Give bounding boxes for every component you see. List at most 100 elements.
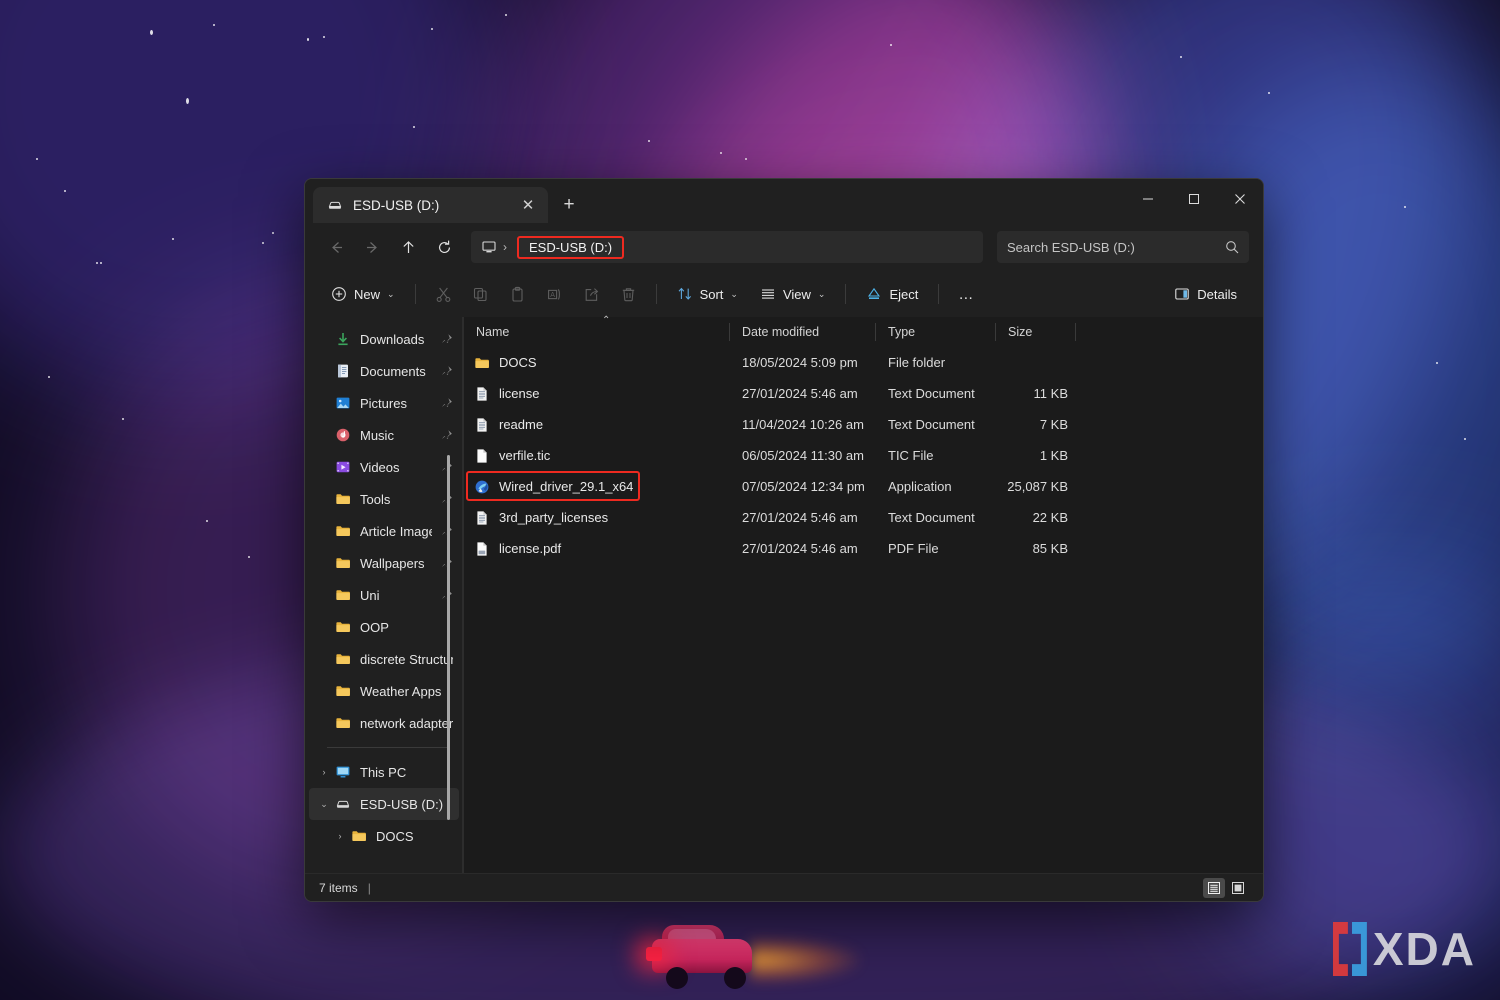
minimize-button[interactable]: [1125, 179, 1171, 219]
cut-button[interactable]: [426, 278, 461, 310]
sidebar-item-wallpapers[interactable]: Wallpapers: [309, 547, 459, 579]
file-name-label: license.pdf: [499, 541, 562, 556]
view-button[interactable]: View ⌄: [750, 278, 836, 310]
file-name-cell[interactable]: 3rd_party_licenses: [464, 510, 730, 526]
file-name-label: 3rd_party_licenses: [499, 510, 609, 525]
address-bar-row: › ESD-USB (D:) Search ESD-USB (D:): [305, 223, 1263, 271]
table-row[interactable]: 3rd_party_licenses 27/01/2024 5:46 am Text…: [464, 502, 1263, 533]
eject-button[interactable]: Eject: [856, 278, 928, 310]
pictures-icon: [336, 397, 350, 409]
file-type-cell: TIC File: [888, 448, 934, 463]
rename-icon: A: [547, 288, 560, 300]
details-pane-button[interactable]: Details: [1164, 278, 1247, 310]
table-row[interactable]: license 27/01/2024 5:46 am Text Document 11…: [464, 378, 1263, 409]
folder-icon: [336, 622, 350, 632]
file-size-cell: 85 KB: [1032, 541, 1068, 556]
pin-icon[interactable]: [441, 365, 453, 377]
file-name-cell[interactable]: DOCS: [464, 355, 730, 371]
file-name-cell[interactable]: readme: [464, 417, 730, 433]
file-name-cell[interactable]: verfile.tic: [464, 448, 730, 464]
paste-button[interactable]: [500, 278, 535, 310]
this-pc-icon[interactable]: [481, 239, 497, 255]
column-header-name[interactable]: Name ⌃: [464, 315, 730, 347]
file-list: DOCS 18/05/2024 5:09 pm File folder license…: [464, 347, 1263, 564]
table-row[interactable]: license.pdf 27/01/2024 5:46 am PDF File 85 …: [464, 533, 1263, 564]
maximize-button[interactable]: [1171, 179, 1217, 219]
sidebar-item-network-adapters[interactable]: network adapters: [309, 707, 459, 739]
table-row[interactable]: readme 11/04/2024 10:26 am Text Document 7 …: [464, 409, 1263, 440]
sidebar-item-discrete-structures[interactable]: discrete Structures: [309, 643, 459, 675]
sidebar-item-pictures[interactable]: Pictures: [309, 387, 459, 419]
forward-button[interactable]: [355, 231, 389, 263]
file-date-cell: 11/04/2024 10:26 am: [742, 417, 864, 432]
pin-icon[interactable]: [441, 333, 453, 345]
pin-icon[interactable]: [441, 397, 453, 409]
sidebar-tree-item-this-pc[interactable]: › This PC: [309, 756, 459, 788]
new-button[interactable]: New ⌄: [321, 278, 405, 310]
new-tab-icon[interactable]: +: [552, 188, 586, 222]
folder-icon: [475, 357, 489, 368]
share-button[interactable]: [574, 278, 609, 310]
sidebar-item-label: OOP: [360, 619, 389, 635]
breadcrumb[interactable]: › ESD-USB (D:): [471, 231, 983, 263]
expander-icon[interactable]: ⌄: [317, 799, 331, 810]
sidebar-tree-item-esd-usb-d[interactable]: ⌄ ESD-USB (D:): [309, 788, 459, 820]
sidebar-item-downloads[interactable]: Downloads: [309, 323, 459, 355]
table-row[interactable]: DOCS 18/05/2024 5:09 pm File folder: [464, 347, 1263, 378]
sidebar-item-label: Documents: [360, 363, 426, 379]
breadcrumb-current-drive[interactable]: ESD-USB (D:): [517, 235, 625, 259]
file-name-cell[interactable]: Wired_driver_29.1_x64: [464, 479, 730, 495]
sidebar-item-article-images[interactable]: Article Images: [309, 515, 459, 547]
item-count-label: 7 items: [319, 880, 358, 895]
command-bar: New ⌄ A Sort ⌄ View ⌄ Eject … Details: [305, 271, 1263, 317]
details-view-button[interactable]: [1203, 877, 1225, 898]
large-icons-view-button[interactable]: [1227, 878, 1249, 898]
back-button[interactable]: [319, 231, 353, 263]
file-date-cell: 06/05/2024 11:30 am: [742, 448, 864, 463]
file-explorer-window: ESD-USB (D:) ✕ + › ESD-USB (D:) Search E…: [304, 178, 1264, 902]
expander-icon[interactable]: ›: [333, 831, 347, 841]
sidebar-item-label: Uni: [360, 587, 380, 603]
tab-close-icon[interactable]: ✕: [516, 193, 540, 217]
sidebar-item-oop[interactable]: OOP: [309, 611, 459, 643]
scissors-icon: [436, 287, 450, 302]
sidebar-item-uni[interactable]: Uni: [309, 579, 459, 611]
details-view-icon: [1208, 881, 1220, 894]
sidebar-item-documents[interactable]: Documents: [309, 355, 459, 387]
close-button[interactable]: [1217, 179, 1263, 219]
tab-esd-usb[interactable]: ESD-USB (D:) ✕: [313, 187, 548, 223]
sidebar-item-tools[interactable]: Tools: [309, 483, 459, 515]
file-name-cell[interactable]: license: [464, 386, 730, 402]
sidebar-item-weather-apps[interactable]: Weather Apps: [309, 675, 459, 707]
delete-button[interactable]: [611, 278, 646, 310]
up-button[interactable]: [391, 231, 425, 263]
pin-icon[interactable]: [441, 429, 453, 441]
file-size-cell: 22 KB: [1032, 510, 1068, 525]
sidebar-item-label: Weather Apps: [360, 683, 442, 699]
search-box[interactable]: Search ESD-USB (D:): [997, 231, 1249, 263]
file-name-cell[interactable]: license.pdf: [464, 541, 730, 557]
title-bar: ESD-USB (D:) ✕ +: [305, 179, 1263, 223]
sort-button[interactable]: Sort ⌄: [667, 278, 748, 310]
column-header-size[interactable]: Size: [996, 317, 1076, 347]
search-input[interactable]: Search ESD-USB (D:): [1007, 240, 1217, 255]
copy-button[interactable]: [463, 278, 498, 310]
sidebar-tree-label: ESD-USB (D:): [360, 796, 444, 812]
tab-title: ESD-USB (D:): [353, 197, 440, 213]
navigation-pane: Downloads Documents Pictures Music Videos Too…: [305, 317, 463, 873]
column-header-type[interactable]: Type: [876, 317, 996, 347]
folder-icon: [352, 831, 366, 841]
rename-button[interactable]: A: [537, 278, 572, 310]
refresh-button[interactable]: [427, 231, 461, 263]
sidebar-item-music[interactable]: Music: [309, 419, 459, 451]
table-row[interactable]: Wired_driver_29.1_x64 07/05/2024 12:34 pm…: [464, 471, 1263, 502]
sidebar-scrollbar[interactable]: [447, 455, 450, 820]
expander-icon[interactable]: ›: [317, 767, 331, 777]
column-header-date-modified[interactable]: Date modified: [730, 317, 876, 347]
sidebar-tree-item-docs[interactable]: › DOCS: [309, 820, 459, 852]
more-options-button[interactable]: …: [949, 278, 984, 310]
table-row[interactable]: verfile.tic 06/05/2024 11:30 am TIC File 1 …: [464, 440, 1263, 471]
status-left: 7 items |: [319, 881, 371, 895]
sidebar-item-videos[interactable]: Videos: [309, 451, 459, 483]
ellipsis-icon: …: [958, 285, 976, 303]
